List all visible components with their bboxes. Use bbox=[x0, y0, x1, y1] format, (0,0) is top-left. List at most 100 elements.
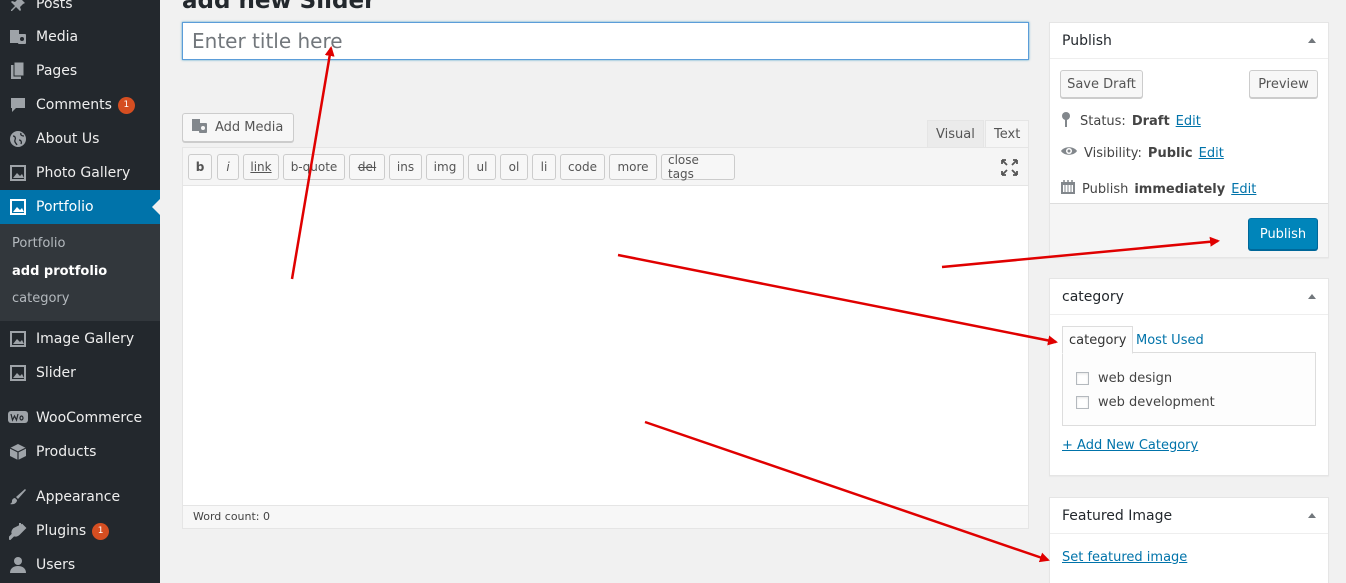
list-item: web design bbox=[1076, 371, 1172, 386]
brush-icon bbox=[0, 488, 36, 506]
status-label: Status: bbox=[1080, 113, 1126, 129]
qt-ol-button[interactable]: ol bbox=[500, 154, 528, 180]
media-icon bbox=[191, 118, 209, 138]
add-media-label: Add Media bbox=[215, 120, 284, 135]
publish-label: Publish bbox=[1082, 181, 1129, 197]
collapse-arrow-icon[interactable] bbox=[1308, 513, 1316, 518]
sidebar-item-slider[interactable]: Slider bbox=[0, 356, 160, 390]
visibility-value: Public bbox=[1147, 145, 1193, 161]
pages-icon bbox=[0, 62, 36, 80]
tab-all-categories[interactable]: category bbox=[1062, 326, 1134, 354]
add-new-category-link[interactable]: + Add New Category bbox=[1062, 438, 1198, 453]
qt-bquote-button[interactable]: b-quote bbox=[283, 154, 345, 180]
box-icon bbox=[0, 443, 36, 461]
sidebar-item-comments[interactable]: Comments 1 bbox=[0, 88, 160, 122]
pin-icon bbox=[0, 0, 36, 12]
sidebar-item-about-us[interactable]: About Us bbox=[0, 122, 160, 156]
editor-status-bar: Word count: 0 bbox=[183, 505, 1028, 528]
visibility-row: Visibility: Public Edit bbox=[1060, 145, 1224, 161]
preview-button[interactable]: Preview bbox=[1249, 70, 1318, 98]
plugins-count-badge: 1 bbox=[92, 522, 110, 540]
woo-icon bbox=[0, 411, 36, 425]
sidebar-item-photo-gallery[interactable]: Photo Gallery bbox=[0, 156, 160, 190]
quicktags-toolbar: b i link b-quote del ins img ul ol li co… bbox=[183, 148, 1028, 186]
category-box-title: category bbox=[1062, 288, 1124, 305]
admin-sidebar: Posts Media Pages Comments 1 About Us Ph… bbox=[0, 0, 160, 583]
gallery-icon bbox=[0, 198, 36, 216]
qt-code-button[interactable]: code bbox=[560, 154, 605, 180]
status-row: Status: Draft Edit bbox=[1060, 111, 1201, 131]
edit-visibility-link[interactable]: Edit bbox=[1199, 146, 1224, 161]
category-checklist: web design web development bbox=[1062, 352, 1316, 426]
portfolio-submenu: Portfolio add protfolio category bbox=[0, 224, 160, 321]
publish-box: Publish Save Draft Preview Status: Draft … bbox=[1049, 22, 1329, 258]
sidebar-item-pages[interactable]: Pages bbox=[0, 54, 160, 88]
gallery-icon bbox=[0, 164, 36, 182]
fullscreen-icon[interactable] bbox=[1001, 159, 1018, 176]
sidebar-item-portfolio[interactable]: Portfolio bbox=[0, 190, 160, 224]
qt-li-button[interactable]: li bbox=[532, 154, 556, 180]
sidebar-item-woocommerce[interactable]: WooCommerce bbox=[0, 401, 160, 435]
qt-del-button[interactable]: del bbox=[349, 154, 385, 180]
featured-image-title: Featured Image bbox=[1062, 507, 1173, 524]
category-label: web design bbox=[1098, 371, 1173, 386]
add-media-button[interactable]: Add Media bbox=[182, 113, 295, 142]
comment-icon bbox=[0, 97, 36, 113]
submenu-item-category[interactable]: category bbox=[12, 291, 69, 306]
category-label: web development bbox=[1098, 395, 1215, 410]
eye-icon bbox=[1060, 145, 1078, 161]
qt-ul-button[interactable]: ul bbox=[468, 154, 496, 180]
sidebar-item-posts[interactable]: Posts bbox=[0, 0, 160, 21]
sidebar-item-image-gallery[interactable]: Image Gallery bbox=[0, 322, 160, 356]
sidebar-item-products[interactable]: Products bbox=[0, 435, 160, 469]
sidebar-item-media[interactable]: Media bbox=[0, 20, 160, 54]
sidebar-item-plugins[interactable]: Plugins 1 bbox=[0, 514, 160, 548]
submenu-item-portfolio[interactable]: Portfolio bbox=[12, 236, 65, 251]
globe-icon bbox=[0, 130, 36, 148]
qt-ins-button[interactable]: ins bbox=[389, 154, 422, 180]
qt-link-button[interactable]: link bbox=[243, 154, 279, 180]
publish-button[interactable]: Publish bbox=[1248, 218, 1318, 250]
publish-box-title: Publish bbox=[1062, 32, 1112, 49]
edit-schedule-link[interactable]: Edit bbox=[1231, 182, 1256, 197]
word-count: Word count: 0 bbox=[193, 510, 271, 523]
collapse-arrow-icon[interactable] bbox=[1308, 38, 1316, 43]
gallery-icon bbox=[0, 364, 36, 382]
qt-close-tags-button[interactable]: close tags bbox=[661, 153, 735, 181]
gallery-icon bbox=[0, 330, 36, 348]
plugin-icon bbox=[0, 522, 36, 540]
edit-status-link[interactable]: Edit bbox=[1176, 114, 1201, 129]
category-checkbox[interactable] bbox=[1076, 396, 1089, 409]
qt-more-button[interactable]: more bbox=[609, 154, 657, 180]
publish-box-header: Publish bbox=[1050, 23, 1328, 59]
tab-most-used[interactable]: Most Used bbox=[1130, 326, 1210, 354]
publish-actions: Publish bbox=[1050, 203, 1328, 257]
user-icon bbox=[0, 556, 36, 574]
calendar-icon bbox=[1060, 179, 1076, 199]
featured-image-header: Featured Image bbox=[1050, 498, 1328, 534]
qt-bold-button[interactable]: b bbox=[188, 154, 212, 180]
list-item: web development bbox=[1076, 395, 1215, 410]
media-icon bbox=[0, 28, 36, 46]
page-title: add new Slider bbox=[182, 0, 376, 14]
collapse-arrow-icon[interactable] bbox=[1308, 294, 1316, 299]
comments-count-badge: 1 bbox=[117, 96, 135, 114]
qt-italic-button[interactable]: i bbox=[217, 154, 239, 180]
sidebar-item-users[interactable]: Users bbox=[0, 548, 160, 582]
schedule-row: Publish immediately Edit bbox=[1060, 179, 1256, 199]
post-title-input[interactable] bbox=[182, 22, 1029, 60]
category-box-header: category bbox=[1050, 279, 1328, 315]
set-featured-image-link[interactable]: Set featured image bbox=[1062, 550, 1187, 565]
content-textarea[interactable] bbox=[183, 186, 1028, 506]
save-draft-button[interactable]: Save Draft bbox=[1060, 70, 1143, 98]
tab-visual[interactable]: Visual bbox=[927, 120, 984, 148]
category-checkbox[interactable] bbox=[1076, 372, 1089, 385]
submenu-item-add-portfolio[interactable]: add protfolio bbox=[12, 264, 107, 279]
sidebar-item-appearance[interactable]: Appearance bbox=[0, 480, 160, 514]
qt-img-button[interactable]: img bbox=[426, 154, 464, 180]
tab-text[interactable]: Text bbox=[985, 120, 1030, 148]
pin-icon bbox=[1060, 111, 1074, 131]
publish-value: immediately bbox=[1134, 181, 1226, 197]
category-box: category category Most Used web design w… bbox=[1049, 278, 1329, 476]
status-value: Draft bbox=[1131, 113, 1170, 129]
